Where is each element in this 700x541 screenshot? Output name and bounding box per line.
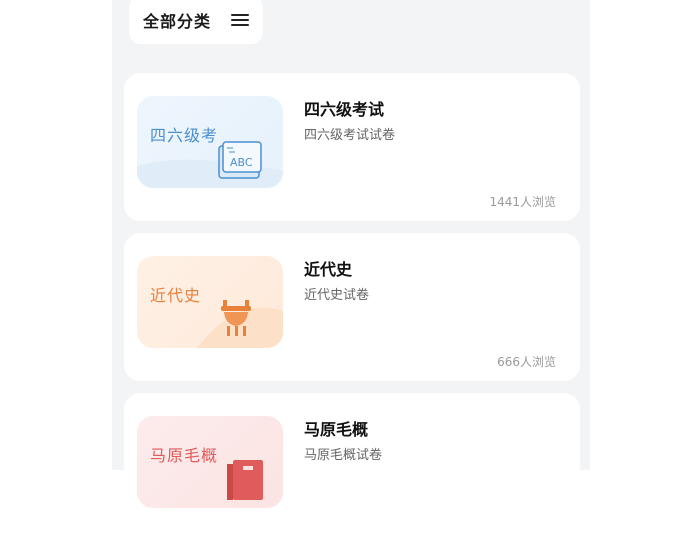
card-thumbnail: ABC 四六级考: [137, 96, 283, 188]
card-title: 四六级考试: [304, 100, 385, 119]
exam-card-marxism[interactable]: 马原毛概 马原毛概 马原毛概试卷: [124, 393, 580, 541]
thumbnail-text: 四六级考: [150, 126, 219, 145]
red-book-icon: [227, 460, 263, 500]
svg-text:ABC: ABC: [230, 156, 253, 169]
card-title: 马原毛概: [304, 420, 369, 439]
card-title: 近代史: [304, 260, 353, 279]
card-thumbnail: 马原毛概: [137, 416, 283, 508]
card-thumbnail: 近代史: [137, 256, 283, 348]
category-filter-label: 全部分类: [143, 12, 212, 31]
abc-book-icon: ABC: [218, 141, 262, 179]
card-subtitle: 马原毛概试卷: [304, 448, 383, 463]
thumbnail-text: 马原毛概: [150, 446, 219, 465]
view-count: 666人浏览: [497, 355, 556, 369]
category-filter-button[interactable]: 全部分类: [129, 0, 263, 44]
thumbnail-text: 近代史: [150, 286, 202, 305]
menu-icon: [231, 13, 250, 27]
card-subtitle: 四六级考试试卷: [304, 128, 396, 143]
card-subtitle: 近代史试卷: [304, 288, 370, 303]
exam-card-modern-history[interactable]: 近代史 近代史 近代史试卷 666人浏览: [124, 233, 580, 381]
view-count: 1441人浏览: [489, 195, 556, 209]
exam-card-cet[interactable]: ABC 四六级考 四六级考试 四六级考试试卷 1441人浏览: [124, 73, 580, 221]
